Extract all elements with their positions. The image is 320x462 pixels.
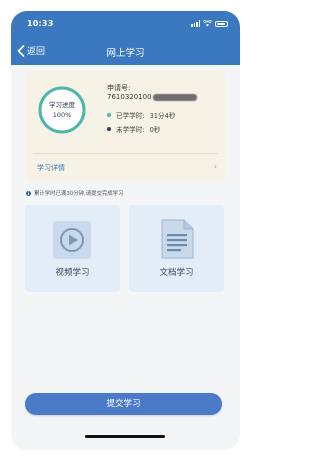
phone-screen: 10:33 返回 网上学习 学习进度 100% 申请号: 7610320100 … xyxy=(11,11,240,450)
page-title: 网上学习 xyxy=(106,48,145,59)
video-study-tile[interactable]: 视频学习 xyxy=(25,205,120,292)
progress-card: 学习进度 100% 申请号: 7610320100 已学学时: 31分4秒 未学… xyxy=(25,71,226,181)
unstudied-dot-icon xyxy=(107,127,111,131)
chevron-right-icon[interactable]: › xyxy=(214,162,217,171)
completion-notice: i 累计学时已满30分钟,请提交完成学习 xyxy=(26,189,123,197)
studied-time-label: 已学学时: xyxy=(116,112,145,120)
progress-ring: 学习进度 100% xyxy=(37,85,87,135)
submit-study-button[interactable]: 提交学习 xyxy=(25,393,222,415)
wifi-icon xyxy=(203,20,212,27)
info-icon: i xyxy=(26,190,31,196)
document-study-tile[interactable]: 文档学习 xyxy=(129,205,224,292)
studied-dot-icon xyxy=(107,113,111,117)
application-number: 7610320100 xyxy=(107,93,197,101)
document-icon xyxy=(161,219,194,259)
application-number-label: 申请号: xyxy=(107,84,131,92)
unstudied-time-label: 未学学时: xyxy=(116,126,145,134)
home-indicator xyxy=(85,435,165,438)
studied-time-row: 已学学时: 31分4秒 xyxy=(107,110,175,120)
application-number-value: 7610320100 xyxy=(107,93,152,101)
study-detail-link[interactable]: 学习详情 xyxy=(37,163,65,173)
progress-ring-text: 学习进度 100% xyxy=(37,100,87,120)
redacted-block xyxy=(152,93,197,101)
studied-time-value: 31分4秒 xyxy=(149,112,176,120)
battery-icon xyxy=(215,21,228,27)
unstudied-time-row: 未学学时: 0秒 xyxy=(107,124,160,134)
video-icon xyxy=(53,221,91,259)
notice-text: 累计学时已满30分钟,请提交完成学习 xyxy=(34,191,124,197)
video-study-label: 视频学习 xyxy=(55,268,90,278)
card-divider xyxy=(33,153,218,154)
status-icons xyxy=(191,19,228,27)
nav-bar: 返回 网上学习 xyxy=(11,37,240,65)
progress-ring-value: 100% xyxy=(52,111,72,119)
status-bar: 10:33 xyxy=(11,11,240,37)
progress-ring-label: 学习进度 xyxy=(49,101,75,109)
unstudied-time-value: 0秒 xyxy=(149,126,161,134)
document-study-label: 文档学习 xyxy=(159,268,194,278)
status-time: 10:33 xyxy=(27,19,54,28)
signal-icon xyxy=(191,20,200,27)
